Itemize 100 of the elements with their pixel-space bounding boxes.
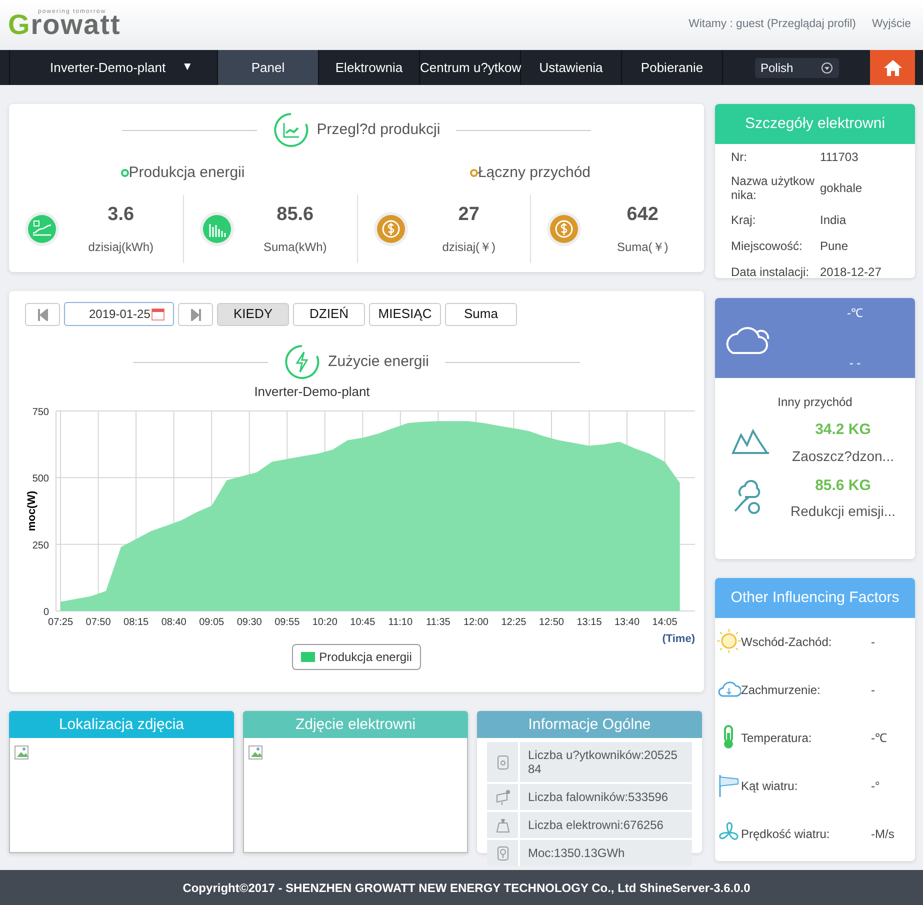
axis-label: 07:25 xyxy=(48,617,74,628)
copyright-text: Copyright©2017 - SHENZHEN GROWATT NEW ENERGY TECHNOLOGY Co., Ltd ShineServer-3.6.0.0 xyxy=(182,880,750,896)
coin-icon xyxy=(374,212,408,246)
period-tab[interactable]: MIESIĄC xyxy=(369,302,441,326)
home-icon xyxy=(884,60,902,76)
next-button[interactable] xyxy=(178,302,213,326)
info-text: Moc:1350.13GWh xyxy=(527,844,626,862)
axis-label: 07:50 xyxy=(86,617,111,628)
legend-item[interactable]: Produkcja energii xyxy=(292,644,421,670)
detail-label: Nazwa użytkownika: xyxy=(731,174,816,203)
axis-title: (Time) xyxy=(662,633,695,644)
axis-label: 10:45 xyxy=(350,617,376,628)
detail-value: India xyxy=(820,212,846,229)
axis-label: 12:00 xyxy=(463,617,488,628)
bar-chart-icon xyxy=(200,212,234,246)
factor-value: - xyxy=(871,634,875,651)
status-dot xyxy=(120,169,129,178)
date-field[interactable]: 2019-01-25 xyxy=(64,302,174,326)
broken-image-icon xyxy=(248,744,264,761)
axis-label: 750 xyxy=(32,407,49,418)
group-label: Łączny przychód xyxy=(478,163,591,183)
section-title: Zużycie energii xyxy=(328,352,429,372)
detail-label: Miejscowość: xyxy=(731,238,804,253)
stat-value: 85.6 xyxy=(276,203,315,228)
chart-icon xyxy=(272,112,309,148)
info-text: Liczba u?ytkowników:2052584 xyxy=(527,746,678,778)
section-title: Przegl?d produkcji xyxy=(316,120,440,140)
axis-label: 0 xyxy=(43,607,49,618)
axis-label: 11:10 xyxy=(388,617,413,628)
skip-forward-icon xyxy=(190,308,200,321)
sun-icon xyxy=(717,629,741,655)
period-tab[interactable]: Suma xyxy=(445,302,517,326)
lightning-icon xyxy=(284,344,320,380)
profile-link[interactable]: Witamy : guest (Przeglądaj profil) xyxy=(688,16,856,34)
stat-unit: Suma(kWh) xyxy=(262,238,328,256)
factor-value: -° xyxy=(871,778,880,795)
panel-header: Zdjęcie elektrowni xyxy=(243,711,468,738)
factor-label: Kąt wiatru: xyxy=(741,778,799,795)
nav-tab[interactable]: Pobieranie xyxy=(622,50,723,85)
section-title: Inny przychód xyxy=(776,394,854,411)
detail-value: 2018-12-27 xyxy=(820,264,882,281)
axis-label: 14:05 xyxy=(652,617,678,628)
period-tab[interactable]: KIEDY xyxy=(217,302,289,326)
stat-unit: dzisiaj(kWh) xyxy=(87,238,155,256)
saving-label: Redukcji emisji... xyxy=(789,502,897,521)
broken-image-icon xyxy=(14,744,30,761)
saving-label: Zaoszcz?dzon... xyxy=(791,446,895,466)
logout-link[interactable]: Wyjście xyxy=(872,16,911,34)
weather-condition: - - xyxy=(849,355,861,372)
saving-value: 85.6 KG xyxy=(814,476,872,496)
axis-label: 13:40 xyxy=(614,617,640,628)
nav-tab[interactable]: Elektrownia xyxy=(319,50,420,85)
axis-label: 12:50 xyxy=(538,617,564,628)
language-select[interactable]: Polish xyxy=(754,58,838,78)
solar-panel-icon xyxy=(494,788,510,806)
windsock-icon xyxy=(717,773,741,799)
factor-label: Zachmurzenie: xyxy=(741,682,822,699)
nav-tab[interactable]: Panel xyxy=(218,50,319,85)
previous-button[interactable] xyxy=(25,302,60,326)
status-dot xyxy=(470,169,478,178)
stat-value: 3.6 xyxy=(106,203,136,228)
axis-label: 250 xyxy=(32,540,49,552)
axis-label: 09:30 xyxy=(236,617,262,628)
stat-unit: Suma(￥) xyxy=(616,238,670,256)
detail-label: Nr: xyxy=(731,150,748,164)
line-chart-icon xyxy=(25,212,59,246)
stat-value: 27 xyxy=(457,203,480,228)
nav-tab[interactable]: Centrum u?ytkow xyxy=(420,50,521,85)
card-title: Other Influencing Factors xyxy=(715,578,915,618)
axis-label: 12:25 xyxy=(501,617,526,628)
axis-label: 09:05 xyxy=(199,617,224,628)
axis-label: 08:40 xyxy=(161,617,186,628)
info-text: Liczba elektrowni:676256 xyxy=(527,816,664,834)
factor-label: Temperatura: xyxy=(741,730,813,747)
axis-title: moc(W) xyxy=(26,490,38,532)
detail-value: Pune xyxy=(820,238,848,255)
card-title: Szczegóły elektrowni xyxy=(715,104,915,144)
axis-label: 10:20 xyxy=(312,617,338,628)
period-tab[interactable]: DZIEŃ xyxy=(293,302,365,326)
detail-value: 111703 xyxy=(820,149,858,166)
panel-header: Lokalizacja zdjęcia xyxy=(9,711,234,738)
nav-tab[interactable]: Ustawienia xyxy=(521,50,622,85)
detail-label: Data instalacji: xyxy=(731,264,810,279)
skip-back-icon xyxy=(38,308,48,321)
detail-label: Kraj: xyxy=(731,212,757,227)
temperature-text: -℃ xyxy=(847,305,863,322)
factor-label: Prędkość wiatru: xyxy=(741,826,831,843)
stat-unit: dzisiaj(￥) xyxy=(441,238,497,256)
coin-icon xyxy=(547,212,582,246)
axis-label: 13:15 xyxy=(576,617,602,628)
factor-value: -M/s xyxy=(871,826,894,843)
saving-value: 34.2 KG xyxy=(814,420,872,440)
factor-value: -℃ xyxy=(871,730,887,747)
axis-label: 09:55 xyxy=(274,617,300,628)
home-button[interactable] xyxy=(870,50,915,85)
chart-title: Inverter-Demo-plant xyxy=(254,384,370,399)
axis-label: 500 xyxy=(32,474,49,485)
group-label: Produkcja energii xyxy=(128,163,245,183)
calendar-icon xyxy=(151,307,165,321)
stat-value: 642 xyxy=(626,203,660,228)
